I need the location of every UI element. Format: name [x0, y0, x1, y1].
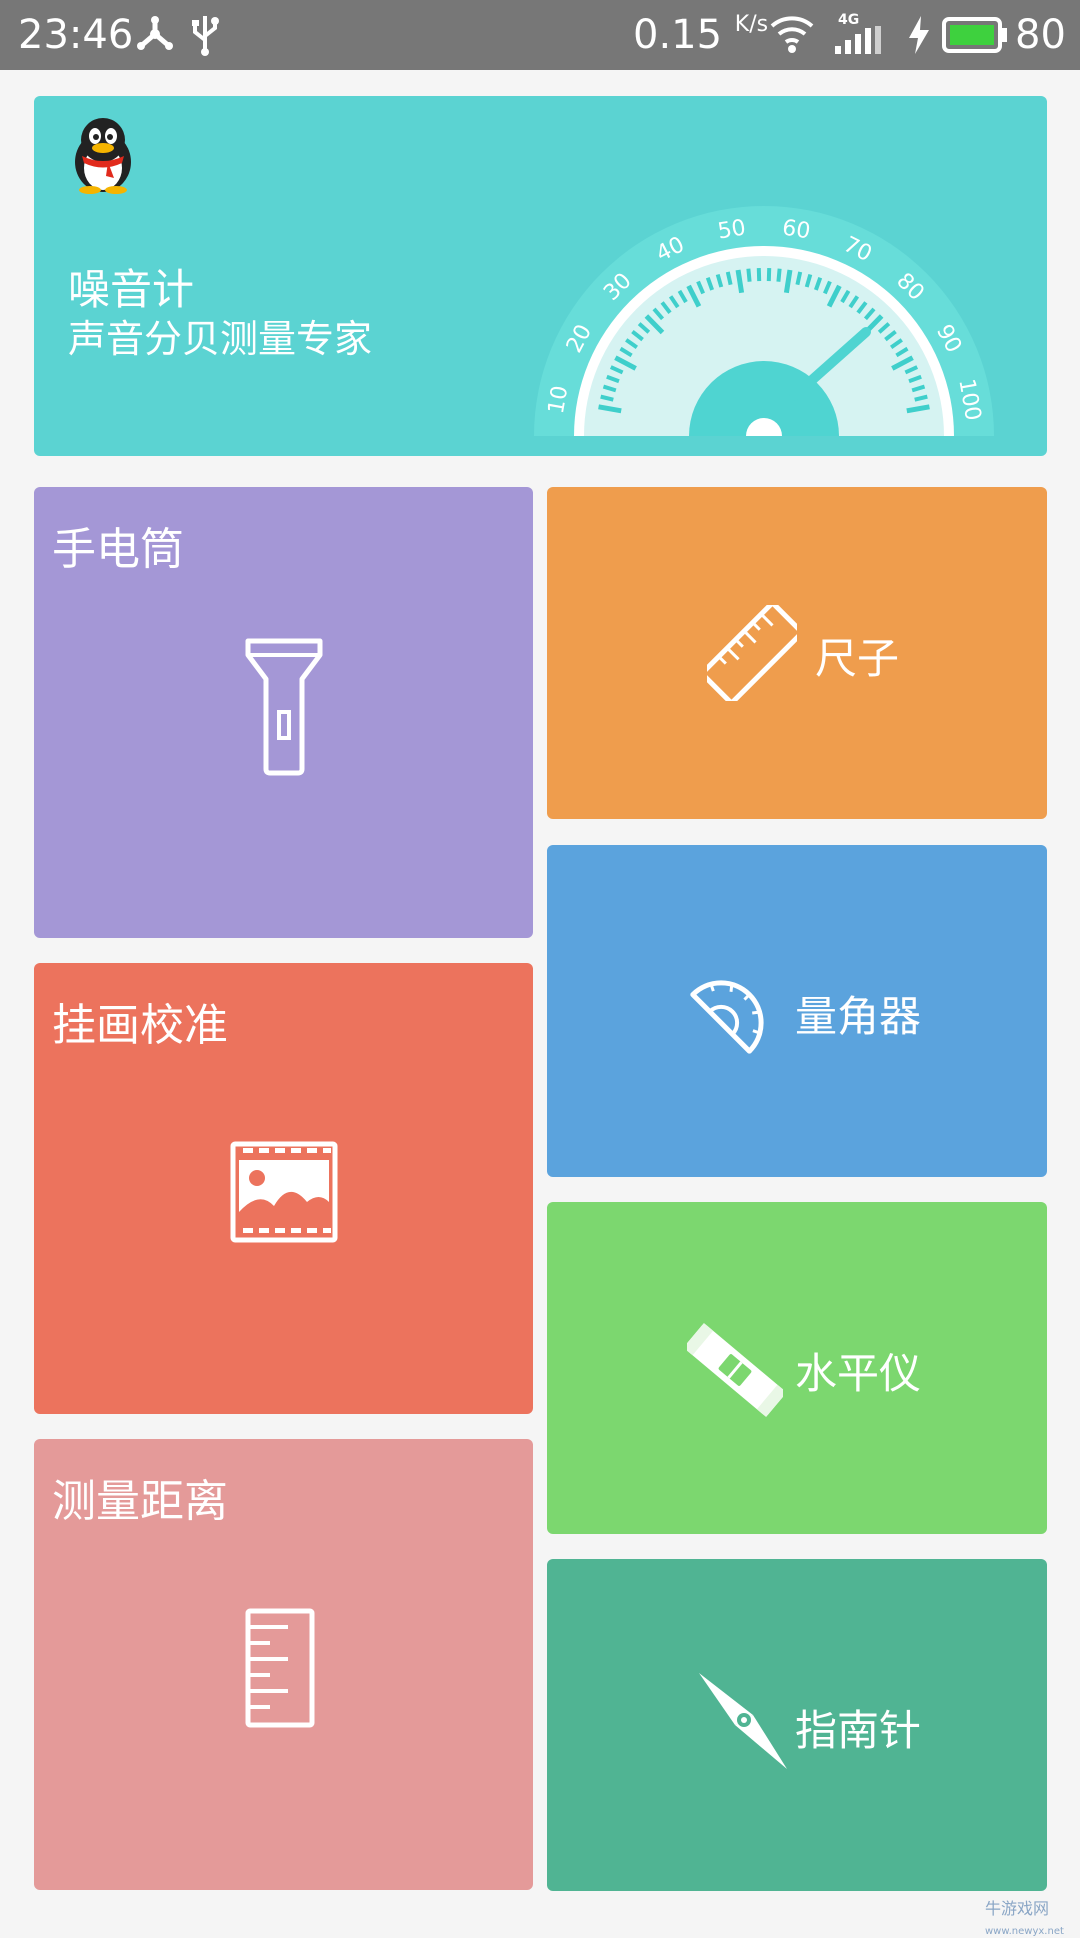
watermark-name: 牛游戏网: [985, 1899, 1049, 1918]
flashlight-label: 手电筒: [52, 513, 184, 577]
flashlight-icon: [244, 637, 324, 777]
wifi-icon: [770, 14, 814, 54]
ruler-label: 尺子: [815, 625, 899, 686]
noise-meter-card[interactable]: 噪音计 声音分贝测量专家 102030405060708090100: [34, 96, 1047, 456]
penguin-logo: [68, 114, 138, 194]
gauge-tick-label: 50: [716, 215, 748, 244]
protractor-icon: [687, 967, 775, 1059]
net-speed-unit: K/s: [735, 12, 768, 37]
signal-icon: [835, 26, 885, 54]
gauge-tick: [786, 270, 790, 293]
watermark-url: www.newyx.net: [985, 1926, 1064, 1937]
net-speed: 0.15 K/s: [633, 12, 768, 58]
battery-level: 80: [1015, 12, 1066, 58]
gauge-tick: [778, 269, 779, 282]
distance-tile[interactable]: 测量距离: [34, 1439, 533, 1890]
status-bar: 23:46 0.15 K/s 4G 8: [0, 0, 1080, 70]
level-tile[interactable]: 水平仪: [547, 1202, 1047, 1534]
status-time: 23:46: [18, 12, 133, 58]
net-speed-value: 0.15: [633, 12, 722, 58]
share-icon: [135, 14, 175, 54]
watermark: 牛游戏网 www.newyx.net: [985, 1895, 1080, 1938]
painting-tile[interactable]: 挂画校准: [34, 963, 533, 1414]
distance-label: 测量距离: [52, 1465, 228, 1529]
gauge-tick: [748, 269, 749, 282]
flashlight-tile[interactable]: 手电筒: [34, 487, 533, 938]
gauge-tick-label: 10: [544, 384, 573, 416]
protractor-tile[interactable]: 量角器: [547, 845, 1047, 1177]
spirit-level-icon: [687, 1320, 783, 1420]
gauge-tick: [797, 272, 800, 285]
ruler-icon: [707, 605, 797, 701]
compass-label: 指南针: [795, 1697, 921, 1758]
battery-icon: [942, 17, 1008, 53]
measure-ruler-icon: [244, 1607, 316, 1729]
gauge-tick-label: 60: [780, 215, 812, 244]
compass-icon: [695, 1671, 791, 1771]
level-label: 水平仪: [795, 1340, 921, 1401]
painting-label: 挂画校准: [52, 989, 228, 1053]
gauge-tick: [738, 270, 742, 293]
picture-icon: [229, 1140, 339, 1245]
noise-meter-subtitle: 声音分贝测量专家: [68, 308, 372, 363]
usb-icon: [190, 12, 220, 56]
compass-tile[interactable]: 指南针: [547, 1559, 1047, 1891]
ruler-tile[interactable]: 尺子: [547, 487, 1047, 819]
protractor-label: 量角器: [795, 983, 921, 1044]
charging-icon: [907, 16, 931, 54]
gauge-tick: [728, 272, 731, 285]
decibel-gauge-icon: 102030405060708090100: [514, 136, 1014, 436]
